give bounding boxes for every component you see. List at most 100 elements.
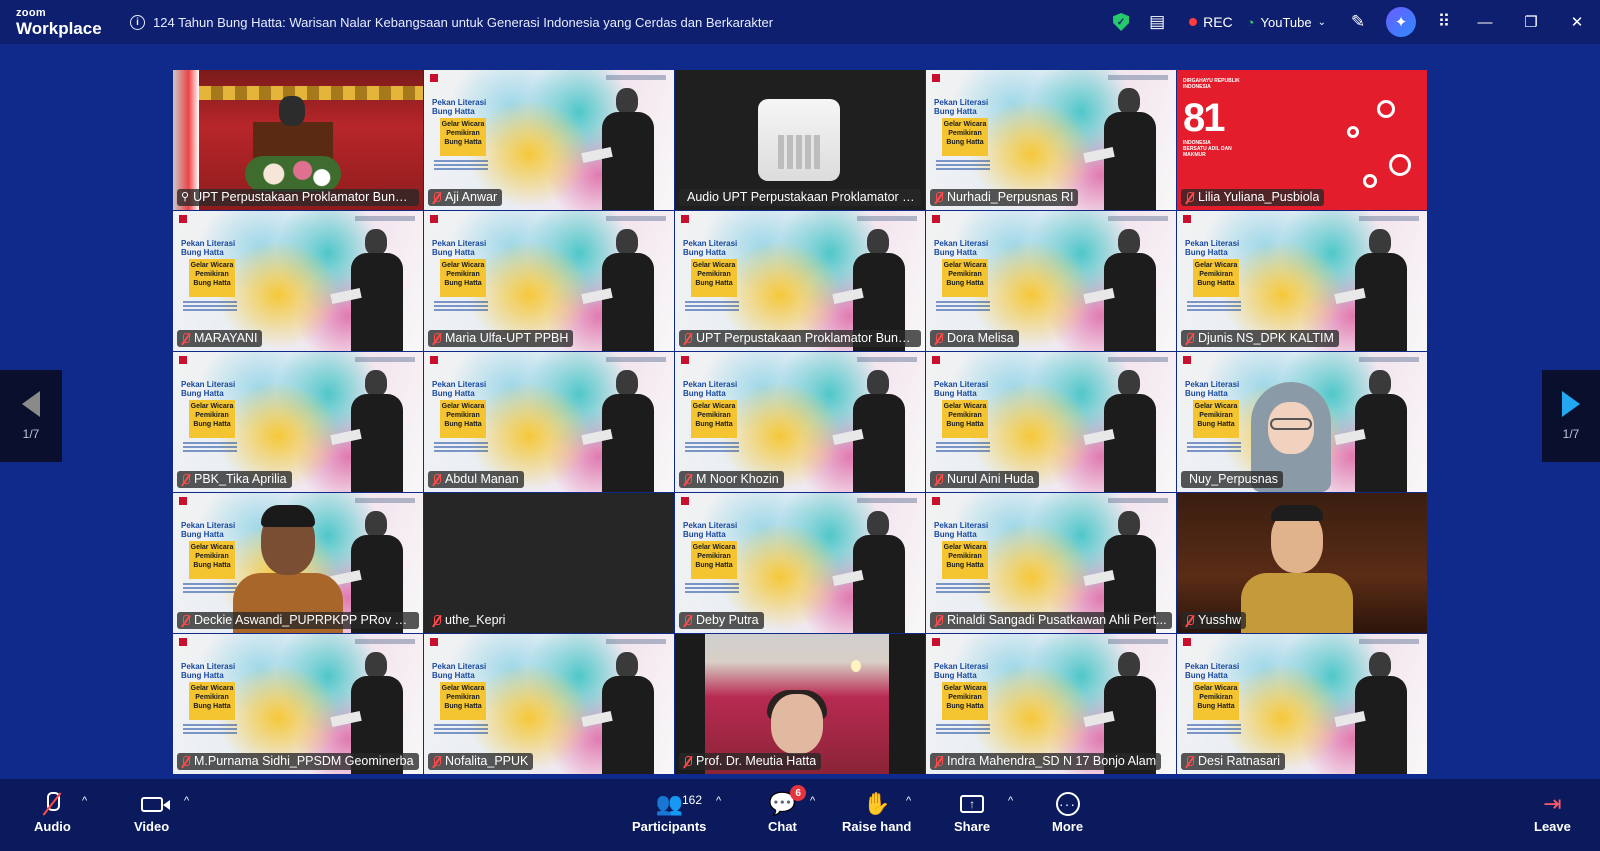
participant-tile[interactable]: Pekan Literasi Bung Hatta Gelar Wicara Pe… bbox=[424, 352, 674, 492]
event-logo bbox=[932, 215, 940, 223]
participant-tile[interactable]: Pekan Literasi Bung Hatta Gelar Wicara Pe… bbox=[173, 634, 423, 774]
participants-options-caret[interactable]: ^ bbox=[716, 795, 721, 807]
participant-tile[interactable]: Pekan Literasi Bung Hatta Gelar Wicara Pe… bbox=[1177, 634, 1427, 774]
meeting-info[interactable]: i 124 Tahun Bung Hatta: Warisan Nalar Ke… bbox=[130, 14, 773, 30]
participant-tile[interactable]: Pekan Literasi Bung Hatta Gelar Wicara Pe… bbox=[424, 211, 674, 351]
participant-tile[interactable]: Pekan Literasi Bung Hatta Gelar Wicara Pe… bbox=[173, 352, 423, 492]
leave-button[interactable]: ⇥ Leave bbox=[1534, 789, 1571, 845]
participant-tile[interactable]: Pekan Literasi Bung Hatta Gelar Wicara Pe… bbox=[173, 493, 423, 633]
app-logo: zoom Workplace bbox=[16, 6, 102, 38]
participant-tile[interactable]: Pekan Literasi Bung Hatta Gelar Wicara Pe… bbox=[675, 493, 925, 633]
participant-tile[interactable]: Audio UPT Perpustakaan Proklamator Bu... bbox=[675, 70, 925, 210]
record-dot-icon bbox=[1189, 18, 1198, 26]
participant-tile[interactable]: DIRGAHAYU REPUBLIK INDONESIA 81 INDONESI… bbox=[1177, 70, 1427, 210]
mic-muted-icon bbox=[683, 614, 692, 627]
partner-logos bbox=[355, 639, 415, 644]
share-button[interactable]: ↑ Share bbox=[954, 789, 990, 845]
participant-tile[interactable]: ⚲ UPT Perpustakaan Proklamator Bung ... bbox=[173, 70, 423, 210]
info-icon[interactable]: i bbox=[130, 14, 145, 30]
event-logo bbox=[179, 215, 187, 223]
partner-logos bbox=[1108, 639, 1168, 644]
meeting-toolbar: Audio ^ Video ^ 👥 Participants 162 ^ 💬 6 … bbox=[0, 779, 1600, 851]
share-options-caret[interactable]: ^ bbox=[1008, 795, 1013, 807]
share-screen-icon: ↑ bbox=[960, 795, 985, 813]
event-logo bbox=[430, 638, 438, 646]
recording-indicator[interactable]: REC bbox=[1189, 14, 1233, 30]
profile-thumbnail bbox=[758, 99, 840, 181]
participant-name-label: Nofalita_PPUK bbox=[428, 753, 534, 770]
leave-door-icon: ⇥ bbox=[1543, 791, 1562, 816]
chat-unread-badge: 6 bbox=[790, 785, 807, 801]
participant-name-label: Nurhadi_Perpusnas RI bbox=[930, 189, 1079, 206]
portrait-illustration bbox=[581, 229, 658, 351]
security-shield-icon[interactable]: ✓ bbox=[1103, 4, 1139, 40]
participant-name-label: Maria Ulfa-UPT PPBH bbox=[428, 330, 574, 347]
minimize-button[interactable]: — bbox=[1462, 0, 1508, 44]
participant-tile[interactable]: Pekan Literasi Bung Hatta Gelar Wicara Pe… bbox=[1177, 211, 1427, 351]
participant-tile[interactable]: Pekan Literasi Bung Hatta Gelar Wicara Pe… bbox=[926, 493, 1176, 633]
participant-tile[interactable]: Pekan Literasi Bung Hatta Gelar Wicara Pe… bbox=[926, 352, 1176, 492]
livestream-youtube[interactable]: ◔ YouTube ⌄ bbox=[1247, 15, 1326, 30]
event-logo bbox=[430, 74, 438, 82]
participant-tile[interactable]: Prof. Dr. Meutia Hatta bbox=[675, 634, 925, 774]
chat-options-caret[interactable]: ^ bbox=[810, 795, 815, 807]
portrait-illustration bbox=[581, 370, 658, 492]
partner-logos bbox=[857, 216, 917, 221]
participant-name-label: Desi Ratnasari bbox=[1181, 753, 1285, 770]
chat-button[interactable]: 💬 6 Chat bbox=[768, 785, 807, 845]
portrait-illustration bbox=[330, 229, 407, 351]
participant-tile[interactable]: uthe_Kepri bbox=[424, 493, 674, 633]
participant-name-label: Indra Mahendra_SD N 17 Bonjo Alam bbox=[930, 753, 1162, 770]
partner-logos bbox=[606, 639, 666, 644]
close-button[interactable]: ✕ bbox=[1554, 0, 1600, 44]
mic-muted-icon bbox=[432, 614, 441, 627]
participant-tile[interactable]: Pekan Literasi Bung Hatta Gelar Wicara Pe… bbox=[1177, 352, 1427, 492]
raise-hand-button[interactable]: ✋ Raise hand bbox=[842, 789, 911, 845]
participant-tile[interactable]: Pekan Literasi Bung Hatta Gelar Wicara Pe… bbox=[926, 634, 1176, 774]
audio-button[interactable]: Audio bbox=[34, 789, 71, 845]
participant-name-label: Aji Anwar bbox=[428, 189, 503, 206]
participant-tile[interactable]: Pekan Literasi Bung Hatta Gelar Wicara Pe… bbox=[926, 211, 1176, 351]
participant-name-label: UPT Perpustakaan Proklamator Bung ... bbox=[679, 330, 921, 347]
event-logo bbox=[681, 356, 689, 364]
event-logo bbox=[932, 638, 940, 646]
participant-name-label: Nurul Aini Huda bbox=[930, 471, 1039, 488]
portrait-illustration bbox=[1083, 88, 1160, 210]
portrait-illustration bbox=[1334, 652, 1411, 774]
mic-muted-icon bbox=[934, 191, 943, 204]
ai-companion-icon[interactable]: ✦ bbox=[1386, 7, 1416, 37]
participant-name-label: M.Purnama Sidhi_PPSDM Geominerba bbox=[177, 753, 419, 770]
participant-name-label: Prof. Dr. Meutia Hatta bbox=[679, 753, 822, 770]
participant-tile[interactable]: Pekan Literasi Bung Hatta Gelar Wicara Pe… bbox=[424, 70, 674, 210]
participant-tile[interactable]: Pekan Literasi Bung Hatta Gelar Wicara Pe… bbox=[675, 352, 925, 492]
audio-options-caret[interactable]: ^ bbox=[82, 795, 87, 807]
previous-page-button[interactable]: 1/7 bbox=[0, 370, 62, 462]
portrait-illustration bbox=[1334, 229, 1411, 351]
mic-muted-icon bbox=[1185, 614, 1194, 627]
video-button[interactable]: Video bbox=[134, 789, 169, 845]
participant-tile[interactable]: Pekan Literasi Bung Hatta Gelar Wicara Pe… bbox=[173, 211, 423, 351]
event-logo bbox=[932, 74, 940, 82]
restore-button[interactable]: ❐ bbox=[1508, 0, 1554, 44]
mic-muted-icon bbox=[432, 332, 441, 345]
participant-tile[interactable]: Pekan Literasi Bung Hatta Gelar Wicara Pe… bbox=[926, 70, 1176, 210]
mic-muted-icon bbox=[432, 755, 441, 768]
next-page-button[interactable]: 1/7 bbox=[1542, 370, 1600, 462]
participants-icon: 👥 bbox=[655, 791, 683, 816]
apps-grid-icon[interactable]: ⠿ bbox=[1426, 4, 1462, 40]
video-options-caret[interactable]: ^ bbox=[184, 795, 189, 807]
annotate-pen-icon[interactable]: ✎ bbox=[1340, 4, 1376, 40]
participant-tile[interactable]: Pekan Literasi Bung Hatta Gelar Wicara Pe… bbox=[424, 634, 674, 774]
partner-logos bbox=[1108, 216, 1168, 221]
partner-logos bbox=[606, 75, 666, 80]
participant-tile[interactable]: Yusshw bbox=[1177, 493, 1427, 633]
spotlight-icon: ⚲ bbox=[181, 191, 190, 203]
mic-muted-icon bbox=[683, 755, 692, 768]
participant-tile[interactable]: Pekan Literasi Bung Hatta Gelar Wicara Pe… bbox=[675, 211, 925, 351]
more-button[interactable]: ··· More bbox=[1052, 789, 1083, 845]
reactions-options-caret[interactable]: ^ bbox=[906, 795, 911, 807]
notes-icon[interactable]: ▤ bbox=[1139, 4, 1175, 40]
mic-muted-icon bbox=[683, 332, 692, 345]
participant-name-label: Audio UPT Perpustakaan Proklamator Bu... bbox=[679, 189, 921, 206]
partner-logos bbox=[857, 498, 917, 503]
